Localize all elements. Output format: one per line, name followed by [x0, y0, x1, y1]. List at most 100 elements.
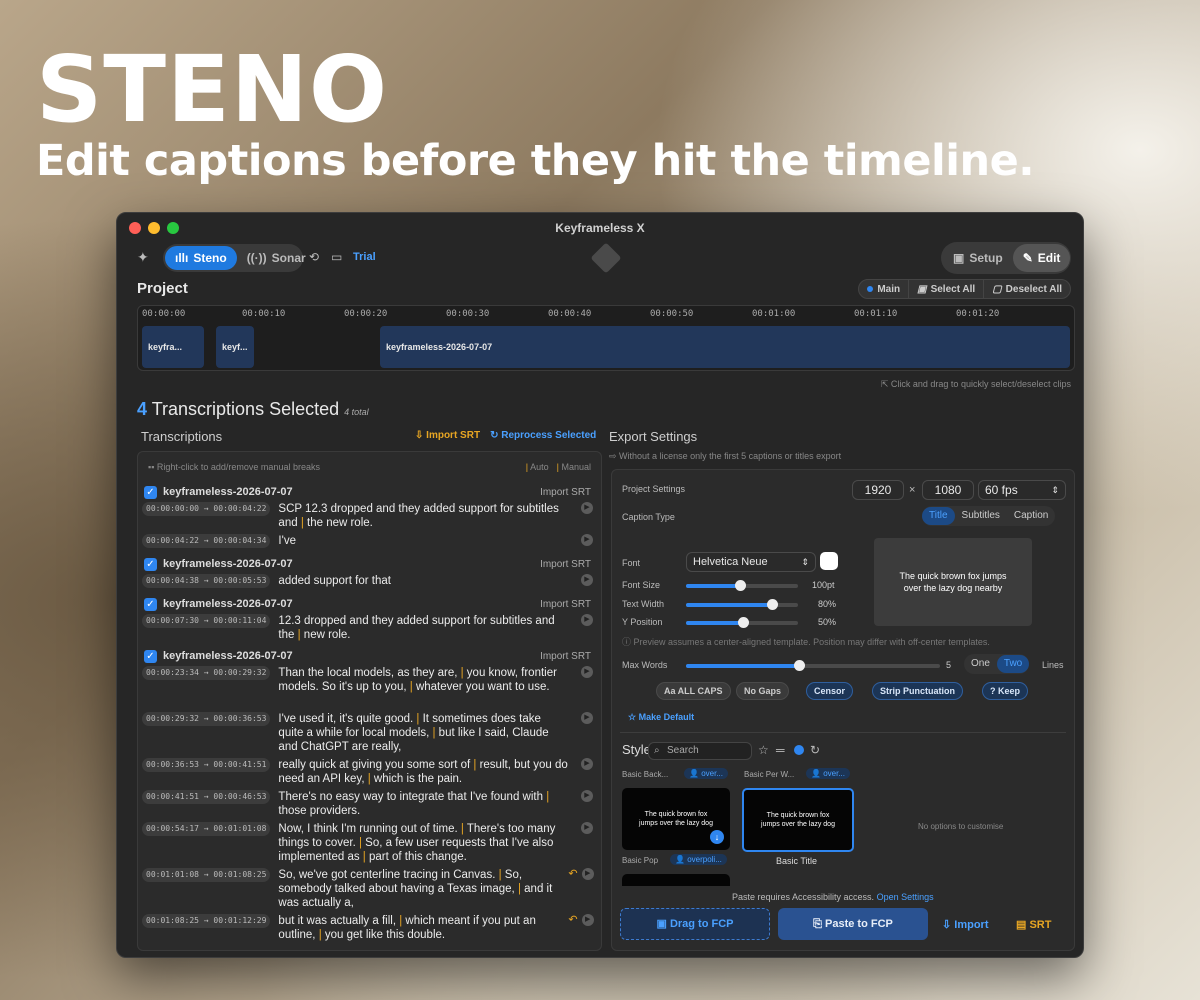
- segment-text[interactable]: Now, I think I'm running out of time. | …: [278, 822, 568, 864]
- clip-import-srt-button[interactable]: Import SRT: [540, 559, 591, 570]
- font-color-swatch[interactable]: [820, 552, 838, 570]
- max-words-slider[interactable]: [686, 660, 940, 671]
- segment-text[interactable]: really quick at giving you some sort of …: [278, 758, 568, 786]
- clip-import-srt-button[interactable]: Import SRT: [540, 487, 591, 498]
- select-all-button[interactable]: ▣ Select All: [909, 280, 985, 298]
- segment-text[interactable]: added support for that: [278, 574, 568, 588]
- segment-row[interactable]: 00:00:04:22 → 00:00:04:34 I've ▶: [142, 534, 597, 548]
- segment-row[interactable]: 00:00:07:30 → 00:00:11:04 12.3 dropped a…: [142, 614, 597, 642]
- strip-punctuation-chip[interactable]: Strip Punctuation: [872, 682, 963, 700]
- download-filter-icon[interactable]: [794, 745, 804, 755]
- lines-one[interactable]: One: [964, 655, 997, 673]
- reprocess-selected-button[interactable]: ↻ Reprocess Selected: [490, 430, 596, 441]
- comment-icon[interactable]: ▭: [331, 250, 342, 264]
- play-icon[interactable]: ▶: [581, 574, 593, 586]
- import-button[interactable]: ⇩ Import: [942, 918, 989, 931]
- list-filter-icon[interactable]: ═: [776, 743, 785, 757]
- undo-icon[interactable]: ↶: [568, 868, 577, 880]
- caption-type-title[interactable]: Title: [922, 507, 955, 525]
- paste-to-fcp-button[interactable]: ⎘ Paste to FCP: [778, 908, 928, 940]
- history-icon[interactable]: ⟲: [309, 250, 319, 264]
- height-field[interactable]: 1080: [922, 480, 974, 500]
- tab-sonar[interactable]: ((·)) Sonar: [237, 251, 316, 265]
- clip-import-srt-button[interactable]: Import SRT: [540, 599, 591, 610]
- style-tag: 👤 overpoli...: [670, 854, 727, 865]
- deselect-all-button[interactable]: ▢ Deselect All: [984, 280, 1070, 298]
- censor-chip[interactable]: Censor: [806, 682, 854, 700]
- refresh-icon[interactable]: ↻: [810, 743, 820, 757]
- play-icon[interactable]: ▶: [581, 502, 593, 514]
- segment-text[interactable]: SCP 12.3 dropped and they added support …: [278, 502, 568, 530]
- width-field[interactable]: 1920: [852, 480, 904, 500]
- favorite-filter-icon[interactable]: ☆: [758, 743, 769, 757]
- setup-button[interactable]: ▣ Setup: [943, 251, 1013, 265]
- segment-row[interactable]: 00:00:54:17 → 00:01:01:08 Now, I think I…: [142, 822, 597, 864]
- style-tag: 👤 over...: [684, 768, 728, 779]
- clip-header: ✓ keyframeless-2026-07-07 Import SRT: [142, 596, 597, 612]
- play-icon[interactable]: ▶: [581, 758, 593, 770]
- play-icon[interactable]: ▶: [581, 614, 593, 626]
- segment-text[interactable]: So, we've got centerline tracing in Canv…: [278, 868, 568, 910]
- transcriptions-list[interactable]: ▪▪ Right-click to add/remove manual brea…: [137, 451, 602, 951]
- timeline[interactable]: 00:00:00 00:00:10 00:00:20 00:00:30 00:0…: [137, 305, 1075, 371]
- download-icon[interactable]: ↓: [710, 830, 724, 844]
- segment-row[interactable]: 00:01:08:25 → 00:01:12:29 but it was act…: [142, 914, 597, 942]
- play-icon[interactable]: ▶: [581, 534, 593, 546]
- style-thumbnail-selected[interactable]: The quick brown fox jumps over the lazy …: [742, 788, 854, 852]
- play-icon[interactable]: ▶: [581, 914, 594, 926]
- clip-checkbox[interactable]: ✓: [144, 485, 157, 499]
- segment-text[interactable]: I've used it, it's quite good. | It some…: [278, 712, 568, 754]
- fps-select[interactable]: 60 fps ⇕: [978, 480, 1066, 500]
- srt-button[interactable]: ▤ SRT: [1016, 918, 1051, 931]
- open-settings-link[interactable]: Open Settings: [877, 892, 934, 902]
- segment-row[interactable]: 00:00:29:32 → 00:00:36:53 I've used it, …: [142, 712, 597, 754]
- caption-break[interactable]: |: [546, 791, 549, 803]
- sparkle-icon[interactable]: ✦: [137, 249, 149, 266]
- play-icon[interactable]: ▶: [581, 822, 593, 834]
- make-default-button[interactable]: ☆ Make Default: [628, 712, 694, 723]
- caption-type-caption[interactable]: Caption: [1007, 507, 1055, 525]
- no-gaps-chip[interactable]: No Gaps: [736, 682, 790, 700]
- style-search-input[interactable]: ⌕ Search: [648, 742, 752, 760]
- segment-row[interactable]: 00:00:04:38 → 00:00:05:53 added support …: [142, 574, 597, 588]
- clip-checkbox[interactable]: ✓: [144, 649, 157, 663]
- undo-icon[interactable]: ↶: [568, 914, 577, 926]
- license-hint-text: Without a license only the first 5 capti…: [619, 451, 842, 461]
- y-position-slider[interactable]: [686, 617, 798, 628]
- segment-row[interactable]: 00:00:41:51 → 00:00:46:53 There's no eas…: [142, 790, 597, 818]
- timeline-clip[interactable]: keyframeless-2026-07-07: [380, 326, 1070, 368]
- main-button[interactable]: Main: [859, 280, 910, 298]
- all-caps-chip[interactable]: Aa ALL CAPS: [656, 682, 731, 700]
- play-icon[interactable]: ▶: [581, 666, 593, 678]
- style-thumbnail[interactable]: [622, 874, 730, 886]
- segment-text[interactable]: 12.3 dropped and they added support for …: [278, 614, 568, 642]
- segment-row[interactable]: 00:01:01:08 → 00:01:08:25 So, we've got …: [142, 868, 597, 910]
- segment-text[interactable]: I've: [278, 534, 568, 548]
- segment-row[interactable]: 00:00:36:53 → 00:00:41:51 really quick a…: [142, 758, 597, 786]
- segment-text[interactable]: but it was actually a fill, | which mean…: [278, 914, 568, 942]
- clip-checkbox[interactable]: ✓: [144, 597, 157, 611]
- segment-text[interactable]: Than the local models, as they are, | yo…: [278, 666, 568, 694]
- font-select[interactable]: Helvetica Neue ⇕: [686, 552, 816, 572]
- clip-import-srt-button[interactable]: Import SRT: [540, 651, 591, 662]
- font-size-slider[interactable]: [686, 580, 798, 591]
- import-srt-button[interactable]: ⇩ Import SRT: [415, 430, 480, 441]
- clip-checkbox[interactable]: ✓: [144, 557, 157, 571]
- play-icon[interactable]: ▶: [581, 712, 593, 724]
- text-width-slider[interactable]: [686, 599, 798, 610]
- tab-steno[interactable]: ıllı Steno: [165, 246, 237, 270]
- timeline-clip[interactable]: keyfra...: [142, 326, 204, 368]
- trial-link[interactable]: Trial: [353, 251, 376, 263]
- drag-to-fcp-button[interactable]: ▣ Drag to FCP: [620, 908, 770, 940]
- lines-two[interactable]: Two: [996, 655, 1030, 673]
- edit-button[interactable]: ✎ Edit: [1012, 244, 1071, 272]
- segment-row[interactable]: 00:00:00:00 → 00:00:04:22 SCP 12.3 dropp…: [142, 502, 597, 530]
- caption-type-subtitles[interactable]: Subtitles: [955, 507, 1007, 525]
- timeline-clip[interactable]: keyf...: [216, 326, 254, 368]
- style-thumbnail[interactable]: The quick brown fox jumps over the lazy …: [622, 788, 730, 850]
- segment-row[interactable]: 00:00:23:34 → 00:00:29:32 Than the local…: [142, 666, 597, 694]
- play-icon[interactable]: ▶: [581, 790, 593, 802]
- segment-text[interactable]: There's no easy way to integrate that I'…: [278, 790, 568, 818]
- play-icon[interactable]: ▶: [581, 868, 594, 880]
- keep-chip[interactable]: ? Keep: [982, 682, 1029, 700]
